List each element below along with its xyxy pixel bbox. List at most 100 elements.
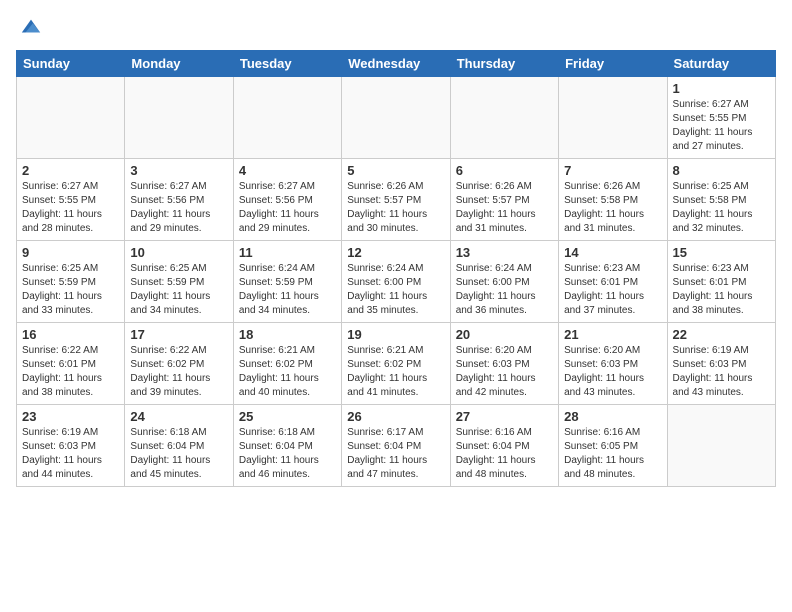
week-row-2: 2 Sunrise: 6:27 AM Sunset: 5:55 PM Daylig… — [17, 159, 776, 241]
day-number: 14 — [564, 245, 661, 260]
day-info: Sunrise: 6:25 AM Sunset: 5:59 PM Dayligh… — [22, 262, 119, 318]
week-row-1: 1 Sunrise: 6:27 AM Sunset: 5:55 PM Daylig… — [17, 77, 776, 159]
day-number: 9 — [22, 245, 119, 260]
calendar-table: SundayMondayTuesdayWednesdayThursdayFrid… — [16, 50, 776, 487]
day-info: Sunrise: 6:18 AM Sunset: 6:04 PM Dayligh… — [130, 426, 227, 482]
day-cell: 18 Sunrise: 6:21 AM Sunset: 6:02 PM Dayli… — [233, 323, 341, 405]
day-cell: 16 Sunrise: 6:22 AM Sunset: 6:01 PM Dayli… — [17, 323, 125, 405]
day-number: 13 — [456, 245, 553, 260]
day-info: Sunrise: 6:18 AM Sunset: 6:04 PM Dayligh… — [239, 426, 336, 482]
day-cell: 2 Sunrise: 6:27 AM Sunset: 5:55 PM Daylig… — [17, 159, 125, 241]
day-cell: 25 Sunrise: 6:18 AM Sunset: 6:04 PM Dayli… — [233, 405, 341, 487]
weekday-header-thursday: Thursday — [450, 51, 558, 77]
day-cell: 21 Sunrise: 6:20 AM Sunset: 6:03 PM Dayli… — [559, 323, 667, 405]
day-number: 28 — [564, 409, 661, 424]
logo — [16, 16, 42, 38]
day-cell — [17, 77, 125, 159]
day-cell — [233, 77, 341, 159]
day-cell — [559, 77, 667, 159]
weekday-header-saturday: Saturday — [667, 51, 775, 77]
day-cell — [667, 405, 775, 487]
day-cell: 5 Sunrise: 6:26 AM Sunset: 5:57 PM Daylig… — [342, 159, 450, 241]
day-cell: 28 Sunrise: 6:16 AM Sunset: 6:05 PM Dayli… — [559, 405, 667, 487]
day-info: Sunrise: 6:27 AM Sunset: 5:56 PM Dayligh… — [130, 180, 227, 236]
day-number: 17 — [130, 327, 227, 342]
day-cell: 12 Sunrise: 6:24 AM Sunset: 6:00 PM Dayli… — [342, 241, 450, 323]
day-info: Sunrise: 6:21 AM Sunset: 6:02 PM Dayligh… — [347, 344, 444, 400]
day-cell: 1 Sunrise: 6:27 AM Sunset: 5:55 PM Daylig… — [667, 77, 775, 159]
day-number: 11 — [239, 245, 336, 260]
weekday-header-sunday: Sunday — [17, 51, 125, 77]
day-number: 10 — [130, 245, 227, 260]
day-number: 5 — [347, 163, 444, 178]
day-cell: 24 Sunrise: 6:18 AM Sunset: 6:04 PM Dayli… — [125, 405, 233, 487]
day-info: Sunrise: 6:22 AM Sunset: 6:02 PM Dayligh… — [130, 344, 227, 400]
day-info: Sunrise: 6:27 AM Sunset: 5:56 PM Dayligh… — [239, 180, 336, 236]
day-info: Sunrise: 6:19 AM Sunset: 6:03 PM Dayligh… — [22, 426, 119, 482]
day-cell: 19 Sunrise: 6:21 AM Sunset: 6:02 PM Dayli… — [342, 323, 450, 405]
day-info: Sunrise: 6:24 AM Sunset: 6:00 PM Dayligh… — [347, 262, 444, 318]
day-number: 8 — [673, 163, 770, 178]
day-number: 7 — [564, 163, 661, 178]
day-number: 23 — [22, 409, 119, 424]
day-cell: 17 Sunrise: 6:22 AM Sunset: 6:02 PM Dayli… — [125, 323, 233, 405]
day-cell: 8 Sunrise: 6:25 AM Sunset: 5:58 PM Daylig… — [667, 159, 775, 241]
day-info: Sunrise: 6:23 AM Sunset: 6:01 PM Dayligh… — [673, 262, 770, 318]
day-cell: 27 Sunrise: 6:16 AM Sunset: 6:04 PM Dayli… — [450, 405, 558, 487]
day-number: 19 — [347, 327, 444, 342]
day-number: 20 — [456, 327, 553, 342]
day-cell: 11 Sunrise: 6:24 AM Sunset: 5:59 PM Dayli… — [233, 241, 341, 323]
day-info: Sunrise: 6:25 AM Sunset: 5:58 PM Dayligh… — [673, 180, 770, 236]
day-number: 3 — [130, 163, 227, 178]
weekday-header-monday: Monday — [125, 51, 233, 77]
day-number: 25 — [239, 409, 336, 424]
day-cell: 3 Sunrise: 6:27 AM Sunset: 5:56 PM Daylig… — [125, 159, 233, 241]
logo-icon — [20, 16, 42, 38]
day-cell: 13 Sunrise: 6:24 AM Sunset: 6:00 PM Dayli… — [450, 241, 558, 323]
day-number: 18 — [239, 327, 336, 342]
day-info: Sunrise: 6:21 AM Sunset: 6:02 PM Dayligh… — [239, 344, 336, 400]
day-number: 12 — [347, 245, 444, 260]
day-cell — [125, 77, 233, 159]
day-info: Sunrise: 6:16 AM Sunset: 6:05 PM Dayligh… — [564, 426, 661, 482]
day-number: 15 — [673, 245, 770, 260]
week-row-3: 9 Sunrise: 6:25 AM Sunset: 5:59 PM Daylig… — [17, 241, 776, 323]
weekday-header-friday: Friday — [559, 51, 667, 77]
day-info: Sunrise: 6:20 AM Sunset: 6:03 PM Dayligh… — [456, 344, 553, 400]
day-cell — [342, 77, 450, 159]
day-info: Sunrise: 6:27 AM Sunset: 5:55 PM Dayligh… — [22, 180, 119, 236]
day-cell: 4 Sunrise: 6:27 AM Sunset: 5:56 PM Daylig… — [233, 159, 341, 241]
day-cell: 15 Sunrise: 6:23 AM Sunset: 6:01 PM Dayli… — [667, 241, 775, 323]
day-cell: 14 Sunrise: 6:23 AM Sunset: 6:01 PM Dayli… — [559, 241, 667, 323]
day-number: 1 — [673, 81, 770, 96]
day-info: Sunrise: 6:22 AM Sunset: 6:01 PM Dayligh… — [22, 344, 119, 400]
day-info: Sunrise: 6:20 AM Sunset: 6:03 PM Dayligh… — [564, 344, 661, 400]
week-row-4: 16 Sunrise: 6:22 AM Sunset: 6:01 PM Dayli… — [17, 323, 776, 405]
day-number: 21 — [564, 327, 661, 342]
day-info: Sunrise: 6:19 AM Sunset: 6:03 PM Dayligh… — [673, 344, 770, 400]
day-info: Sunrise: 6:25 AM Sunset: 5:59 PM Dayligh… — [130, 262, 227, 318]
day-info: Sunrise: 6:24 AM Sunset: 5:59 PM Dayligh… — [239, 262, 336, 318]
day-cell: 22 Sunrise: 6:19 AM Sunset: 6:03 PM Dayli… — [667, 323, 775, 405]
day-info: Sunrise: 6:16 AM Sunset: 6:04 PM Dayligh… — [456, 426, 553, 482]
day-cell: 26Sunrise: 6:17 AM Sunset: 6:04 PM Dayli… — [342, 405, 450, 487]
day-cell: 9 Sunrise: 6:25 AM Sunset: 5:59 PM Daylig… — [17, 241, 125, 323]
day-number: 24 — [130, 409, 227, 424]
day-info: Sunrise: 6:24 AM Sunset: 6:00 PM Dayligh… — [456, 262, 553, 318]
day-number: 6 — [456, 163, 553, 178]
day-cell: 7Sunrise: 6:26 AM Sunset: 5:58 PM Daylig… — [559, 159, 667, 241]
day-number: 22 — [673, 327, 770, 342]
day-info: Sunrise: 6:23 AM Sunset: 6:01 PM Dayligh… — [564, 262, 661, 318]
day-info: Sunrise: 6:27 AM Sunset: 5:55 PM Dayligh… — [673, 98, 770, 154]
weekday-header-row: SundayMondayTuesdayWednesdayThursdayFrid… — [17, 51, 776, 77]
day-cell: 23 Sunrise: 6:19 AM Sunset: 6:03 PM Dayli… — [17, 405, 125, 487]
weekday-header-tuesday: Tuesday — [233, 51, 341, 77]
day-number: 2 — [22, 163, 119, 178]
day-number: 4 — [239, 163, 336, 178]
day-number: 27 — [456, 409, 553, 424]
week-row-5: 23 Sunrise: 6:19 AM Sunset: 6:03 PM Dayli… — [17, 405, 776, 487]
day-number: 16 — [22, 327, 119, 342]
day-info: Sunrise: 6:26 AM Sunset: 5:57 PM Dayligh… — [347, 180, 444, 236]
day-number: 26 — [347, 409, 444, 424]
day-cell: 20 Sunrise: 6:20 AM Sunset: 6:03 PM Dayli… — [450, 323, 558, 405]
